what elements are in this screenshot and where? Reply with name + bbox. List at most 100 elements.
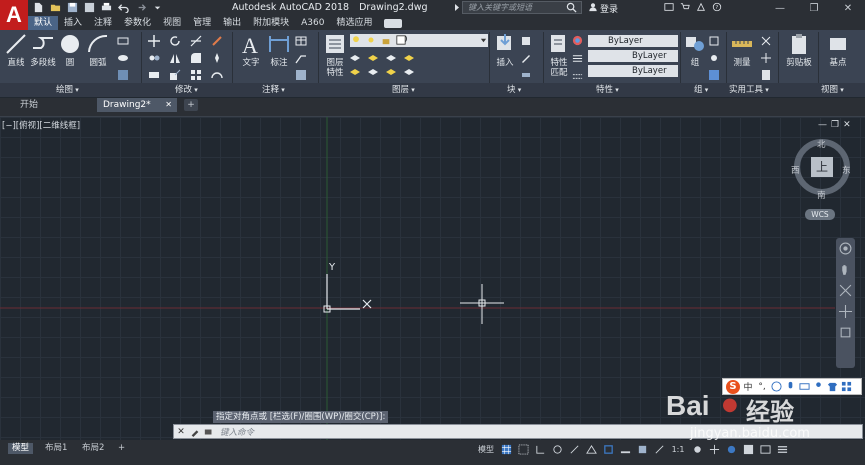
add-layout-icon[interactable]: + [118,443,125,454]
hardware-acceleration-icon[interactable] [741,443,755,455]
table-style-icon[interactable] [294,68,308,81]
tab-drawing2[interactable]: Drawing2* ✕ [97,98,177,112]
compass-west[interactable]: 西 [791,164,800,176]
tab-annotate[interactable]: 注释 [88,16,118,30]
polyline-tool-button[interactable]: 多段线 [28,32,58,68]
open-folder-icon[interactable] [48,1,62,14]
layout-tab-model[interactable]: 模型 [8,443,34,454]
microphone-icon[interactable] [784,381,796,393]
layer-dropdown-arrow-icon[interactable] [480,37,487,47]
isodraft-icon[interactable] [567,443,581,455]
command-recent-icon[interactable] [202,425,216,438]
circle-tool-button[interactable]: 圆 [55,32,85,68]
tab-home[interactable]: 默认 [28,16,59,30]
object-snap-tracking-icon[interactable] [584,443,598,455]
save-as-icon[interactable] [82,1,96,14]
color-dropdown[interactable]: ByLayer [588,35,678,47]
zoom-extents-icon[interactable] [839,284,852,300]
steering-wheel-icon[interactable] [839,242,852,258]
table-icon[interactable] [294,34,308,47]
group-select-icon[interactable] [707,68,721,81]
ime-mode-label[interactable]: 中 [742,380,754,393]
orbit-icon[interactable] [839,305,852,321]
polar-icon[interactable] [550,443,564,455]
skin-shirt-icon[interactable] [826,381,838,393]
layer-properties-button[interactable]: 图层 特性 [320,32,350,78]
exchange-icon[interactable] [664,2,674,15]
command-close-icon[interactable]: ✕ [174,425,188,438]
layer-tool-icon[interactable] [348,65,362,78]
cart-icon[interactable] [680,2,690,15]
compass-south[interactable]: 南 [817,189,826,201]
ungroup-icon[interactable] [707,34,721,47]
panel-label-view[interactable]: 视图 [821,84,844,96]
leader-icon[interactable] [294,51,308,64]
line-tool-button[interactable]: 直线 [1,32,31,68]
panel-label-annotation[interactable]: 注释 [262,84,285,96]
panel-label-utilities[interactable]: 实用工具 [729,84,769,96]
command-customize-icon[interactable] [188,425,202,438]
new-tab-icon[interactable]: + [184,99,198,111]
redo-icon[interactable] [133,1,147,14]
viewcube-top-face[interactable]: 上 [811,157,833,177]
layer-tool-icon[interactable] [348,51,362,64]
mirror-icon[interactable] [168,51,182,64]
compass-north[interactable]: 北 [817,138,826,150]
arc-tool-button[interactable]: 圆弧 [83,32,113,68]
search-input[interactable]: 键入关键字或短语 [462,1,582,14]
layer-tool-icon[interactable] [384,51,398,64]
create-block-icon[interactable] [519,34,533,47]
tab-a360[interactable]: A360 [295,16,330,30]
autocad-logo-icon[interactable]: A [0,0,28,30]
calculator-icon[interactable] [759,68,773,81]
transparency-icon[interactable] [635,443,649,455]
rotate-icon[interactable] [168,34,182,47]
move-icon[interactable] [147,34,161,47]
tab-insert[interactable]: 插入 [58,16,88,30]
tab-view[interactable]: 视图 [157,16,187,30]
help-icon[interactable]: ? [712,2,722,15]
save-icon[interactable] [65,1,79,14]
ribbon-options-icon[interactable] [384,18,403,28]
panel-label-properties[interactable]: 特性 [596,84,619,96]
point-icon[interactable] [759,51,773,64]
pan-hand-icon[interactable] [839,263,852,279]
tab-addins[interactable]: 附加模块 [247,16,295,30]
panel-label-groups[interactable]: 组 [694,84,708,96]
user-avatar-icon[interactable] [812,381,824,393]
new-file-icon[interactable] [31,1,45,14]
layer-tool-icon[interactable] [402,51,416,64]
snap-icon[interactable] [516,443,530,455]
viewport-restore-icon[interactable]: ❐ [831,120,839,130]
grid-icon[interactable] [499,443,513,455]
fillet-icon[interactable] [189,51,203,64]
rectangle-icon[interactable] [116,34,130,47]
qat-dropdown-icon[interactable] [150,1,164,14]
workspace-gear-icon[interactable] [690,443,704,455]
insert-block-button[interactable]: 插入 [490,32,520,68]
compass-east[interactable]: 东 [842,164,851,176]
ime-punct-label[interactable]: °, [756,382,768,392]
paste-button[interactable]: 剪贴板 [782,32,816,68]
restore-icon[interactable]: ❐ [797,0,831,16]
login-button[interactable]: 登录 [588,2,618,15]
sogou-logo-icon[interactable]: S [726,379,740,394]
layout-tab-layout1[interactable]: 布局1 [45,443,67,454]
annotation-scale[interactable]: 1:1 [669,443,687,455]
search-icon[interactable] [566,2,577,16]
keyboard-icon[interactable] [798,381,810,393]
panel-label-layers[interactable]: 图层 [392,84,415,96]
base-view-button[interactable]: 基点 [823,32,853,68]
dimension-tool-button[interactable]: 标注 [264,32,294,68]
layer-tool-icon[interactable] [366,65,380,78]
scale-icon[interactable] [168,68,182,81]
undo-icon[interactable] [116,1,130,14]
array-icon[interactable] [189,68,203,81]
layer-tool-icon[interactable] [384,65,398,78]
close-tab-icon[interactable]: ✕ [165,98,172,112]
match-properties-button[interactable]: 特性 匹配 [544,32,574,78]
erase-icon[interactable] [210,34,224,47]
stretch-icon[interactable] [147,68,161,81]
trim-icon[interactable] [189,34,203,47]
annotation-monitor-icon[interactable] [707,443,721,455]
